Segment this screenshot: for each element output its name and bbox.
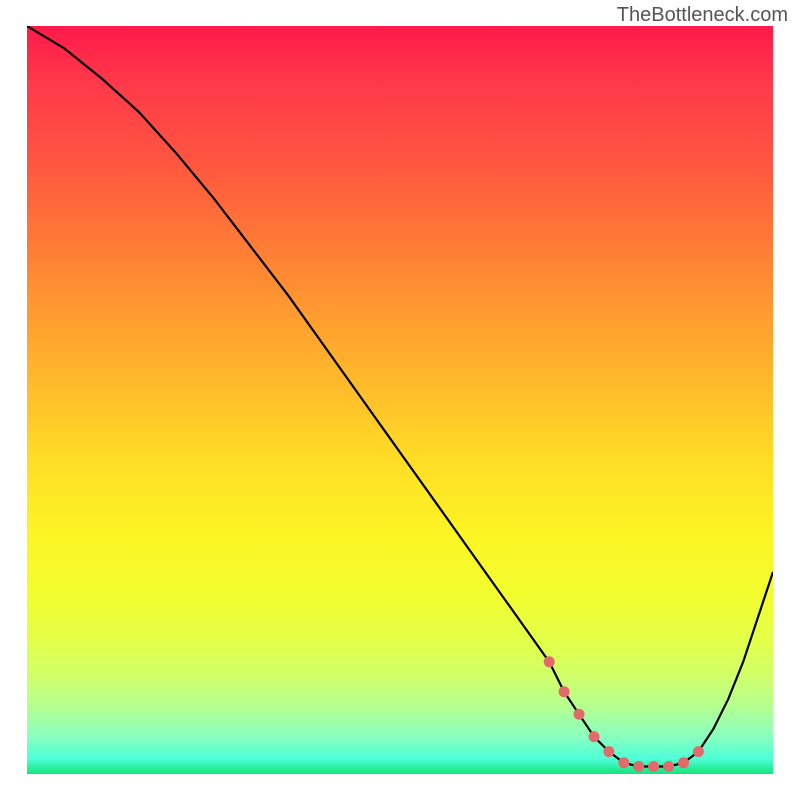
highlight-dot — [544, 656, 555, 667]
highlight-dot — [574, 709, 585, 720]
watermark-text: TheBottleneck.com — [617, 4, 788, 27]
highlight-dot — [603, 746, 614, 757]
highlight-dots-group — [544, 656, 704, 772]
bottleneck-curve — [27, 26, 773, 767]
highlight-dot — [618, 757, 629, 768]
highlight-dot — [648, 761, 659, 772]
highlight-dot — [693, 746, 704, 757]
chart-svg — [27, 26, 773, 774]
highlight-dot — [678, 757, 689, 768]
highlight-dot — [589, 731, 600, 742]
highlight-dot — [663, 761, 674, 772]
highlight-dot — [559, 686, 570, 697]
highlight-dot — [633, 761, 644, 772]
